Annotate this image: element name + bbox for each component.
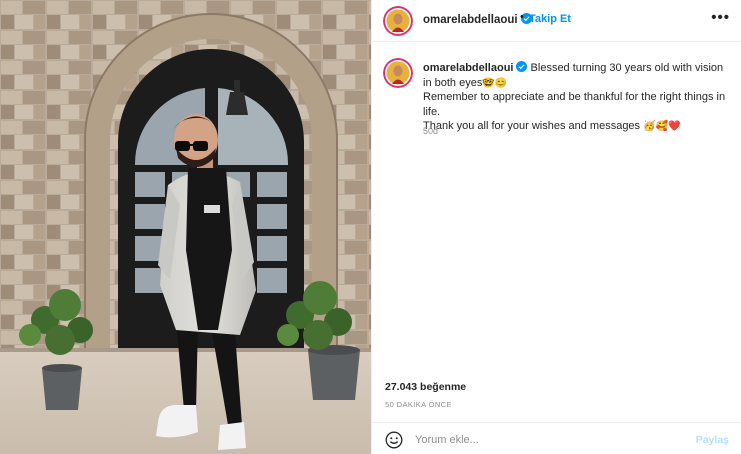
more-options-icon[interactable]: ••• — [711, 9, 730, 26]
nerd-face-emoji: 🤓 — [482, 77, 495, 89]
caption-avatar-image — [383, 58, 413, 88]
caption-line-3: Thank you all for your wishes and messag… — [423, 120, 644, 132]
post-header: omarelabdellaoui • Takip Et ••• — [372, 0, 741, 42]
caption-age[interactable]: 50d — [423, 126, 438, 136]
comment-input[interactable] — [415, 431, 665, 449]
photo-illustration — [0, 0, 371, 454]
party-face-emoji: 🥳 — [643, 121, 656, 132]
red-heart-emoji: ❤️ — [668, 121, 681, 132]
post-timestamp[interactable]: 50 DAKİKA ÖNCE — [385, 400, 452, 409]
header-username-text[interactable]: omarelabdellaoui — [423, 14, 518, 26]
like-count[interactable]: 27.043 beğenme — [385, 381, 466, 393]
post-side-panel: omarelabdellaoui • Takip Et ••• omarelab… — [371, 0, 741, 454]
post-photo[interactable] — [0, 0, 371, 454]
header-separator: • — [520, 11, 524, 23]
follow-button[interactable]: Takip Et — [529, 13, 571, 25]
caption-avatar[interactable] — [383, 58, 413, 88]
comment-bar: Paylaş — [372, 422, 741, 454]
smiley-face-icon[interactable] — [385, 431, 403, 449]
caption-line-2: Remember to appreciate and be thankful f… — [423, 91, 726, 118]
smiling-face-emoji: 😊 — [494, 77, 508, 89]
caption-text: omarelabdellaoui Blessed turning 30 year… — [423, 61, 728, 134]
caption-username[interactable]: omarelabdellaoui — [423, 62, 513, 74]
smiling-hearts-emoji: 🥰 — [655, 121, 669, 132]
share-button[interactable]: Paylaş — [696, 434, 729, 446]
header-username[interactable]: omarelabdellaoui — [423, 13, 532, 26]
avatar-image — [383, 6, 413, 36]
avatar[interactable] — [383, 6, 413, 36]
verified-badge-icon — [516, 61, 528, 72]
